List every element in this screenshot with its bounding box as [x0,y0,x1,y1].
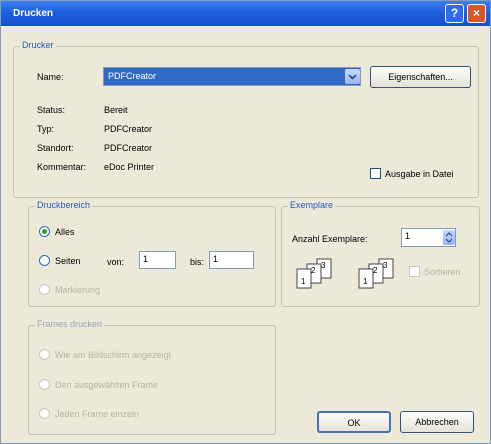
frames-selected-radio[interactable] [39,379,50,390]
close-icon: × [472,6,480,20]
range-pages-radio[interactable] [39,255,50,266]
frames-as-shown-radio[interactable] [39,349,50,360]
range-to-label: bis: [190,257,205,267]
range-to-input[interactable]: 1 [209,251,254,269]
frames-as-shown-label: Wie am Bildschirm angezeigt [55,350,172,360]
range-pages-label: Seiten [55,256,81,266]
range-to-value: 1 [213,254,219,264]
location-value: PDFCreator [104,143,153,153]
close-button[interactable]: × [467,4,486,23]
printer-name-label: Name: [37,72,64,82]
help-icon: ? [450,6,459,20]
frames-legend: Frames drucken [35,319,105,329]
frames-each-radio[interactable] [39,408,50,419]
svg-text:3: 3 [383,261,388,270]
range-all-label: Alles [55,227,75,237]
copies-legend: Exemplare [288,200,336,210]
svg-text:3: 3 [321,261,326,270]
spinner-arrows-icon [445,232,453,243]
printer-group-legend: Drucker [20,40,56,50]
svg-text:2: 2 [373,266,378,275]
copies-spinner[interactable] [443,230,455,245]
copies-count-label: Anzahl Exemplare: [292,234,368,244]
print-range-legend: Druckbereich [35,200,93,210]
window-title: Drucken [13,8,54,19]
location-label: Standort: [37,143,74,153]
svg-text:2: 2 [311,266,316,275]
copies-count-value: 1 [405,231,411,241]
printer-dropdown-button[interactable] [345,69,360,84]
print-to-file-checkbox[interactable] [370,168,381,179]
comment-value: eDoc Printer [104,162,155,172]
printer-name-select[interactable]: PDFCreator [103,67,361,86]
chevron-down-icon [348,74,357,80]
status-label: Status: [37,105,66,115]
cancel-button[interactable]: Abbrechen [400,411,474,433]
collate-checkbox[interactable] [409,266,420,277]
properties-button[interactable]: Eigenschaften... [370,66,471,88]
svg-text:1: 1 [301,277,306,286]
svg-text:1: 1 [363,277,368,286]
ok-button[interactable]: OK [317,411,391,433]
status-value: Bereit [104,105,128,115]
title-bar: Drucken ? × [1,1,490,26]
range-all-radio[interactable] [39,226,50,237]
frames-each-label: Jeden Frame einzeln [55,409,140,419]
range-from-value: 1 [143,254,149,264]
print-to-file-label: Ausgabe in Datei [385,169,454,179]
collate-preview-icon: 321 321 [296,258,394,289]
range-selection-radio[interactable] [39,284,50,295]
printer-name-value: PDFCreator [108,71,157,81]
type-value: PDFCreator [104,124,153,134]
range-from-label: von: [107,257,125,267]
range-from-input[interactable]: 1 [139,251,176,269]
collate-label: Sortieren [424,267,461,277]
print-dialog: Drucken ? × Drucker Name: PDFCreator Eig… [0,0,491,444]
type-label: Typ: [37,124,55,134]
help-button[interactable]: ? [445,4,464,23]
frames-selected-label: Den ausgewählten Frame [55,380,159,390]
comment-label: Kommentar: [37,162,87,172]
range-selection-label: Markierung [55,285,101,295]
